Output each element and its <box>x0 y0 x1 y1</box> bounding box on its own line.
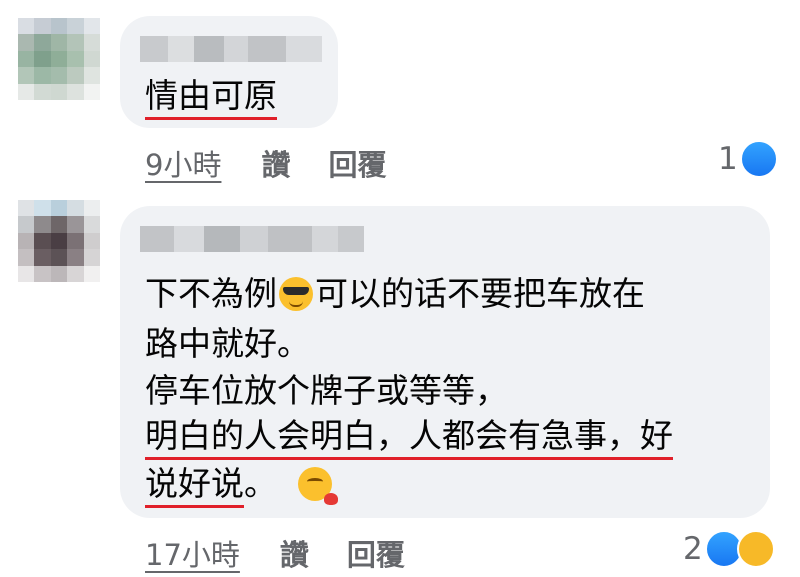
reaction-count: 2 <box>683 531 703 567</box>
reaction-summary[interactable]: 2 <box>683 530 775 568</box>
comment-text-line-1: 下不為例 可以的话不要把车放在 <box>145 274 645 313</box>
reaction-count: 1 <box>718 141 738 177</box>
comment-meta: 17小時 讚 回覆 <box>145 532 405 574</box>
comment-text-underlined: 情由可原 <box>145 76 277 120</box>
comment-text-underlined: 明白的人会明白，人都会有急事，好 <box>145 416 673 460</box>
comment-text: 情由可原 <box>145 70 277 122</box>
like-button[interactable]: 讚 <box>261 142 290 184</box>
author-name-blurred[interactable] <box>140 226 364 252</box>
reaction-summary[interactable]: 1 <box>718 140 778 178</box>
care-icon <box>736 530 775 568</box>
comment-text-line-4: 明白的人会明白，人都会有急事，好 <box>145 410 673 462</box>
reply-button[interactable]: 回覆 <box>347 532 405 574</box>
avatar[interactable] <box>18 18 100 100</box>
timestamp-link[interactable]: 17小時 <box>145 532 240 574</box>
comment-meta: 9小時 讚 回覆 <box>145 142 386 184</box>
like-button[interactable]: 讚 <box>280 532 309 574</box>
smiling-face-with-sunglasses-icon <box>279 277 313 311</box>
smiling-face-with-hearts-icon <box>297 467 338 505</box>
comment-text-line-5: 说好说。 <box>145 458 338 510</box>
reply-button[interactable]: 回覆 <box>328 142 386 184</box>
comment-text-underlined: 说好说 <box>145 464 244 508</box>
like-icon <box>739 140 778 178</box>
avatar[interactable] <box>18 200 100 282</box>
timestamp-link[interactable]: 9小時 <box>145 142 221 184</box>
author-name-blurred[interactable] <box>140 36 322 62</box>
comment-text-line-2: 路中就好。 <box>145 324 310 363</box>
